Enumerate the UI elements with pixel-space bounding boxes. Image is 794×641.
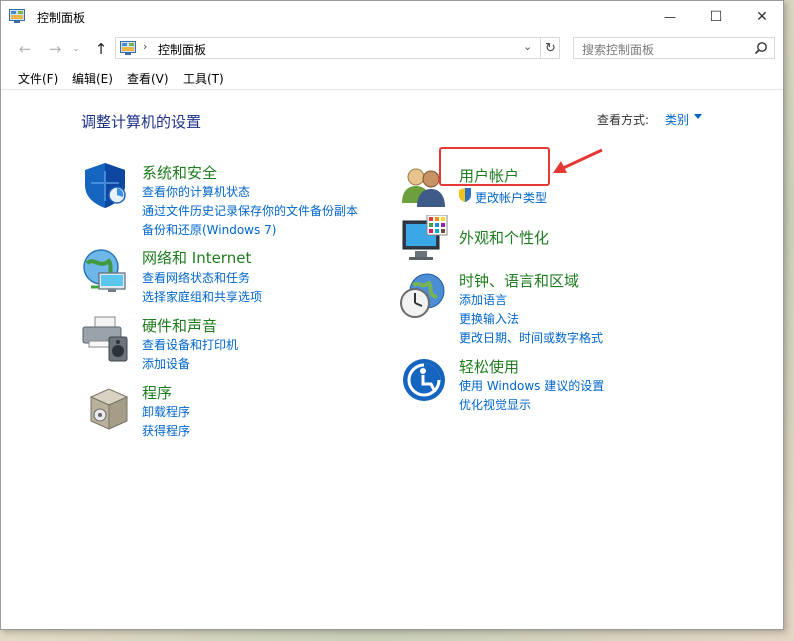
ease-of-access-icon[interactable] [401, 356, 449, 404]
link-uninstall-program[interactable]: 卸载程序 [142, 403, 190, 420]
page-title: 调整计算机的设置 [81, 113, 202, 131]
search-placeholder: 搜索控制面板 [582, 43, 655, 57]
link-check-computer-status[interactable]: 查看你的计算机状态 [142, 183, 250, 200]
window-title: 控制面板 [37, 11, 86, 25]
close-button[interactable]: ✕ [739, 1, 785, 33]
shield-icon[interactable] [81, 161, 129, 209]
chevron-down-icon: ⌄ [72, 44, 80, 54]
link-add-language[interactable]: 添加语言 [459, 291, 507, 308]
desktop-edge-glyph [786, 58, 794, 72]
refresh-icon: ↻ [545, 40, 556, 56]
link-get-programs[interactable]: 获得程序 [142, 422, 190, 439]
menu-view[interactable]: 查看(V) [127, 70, 169, 87]
printer-speaker-icon[interactable] [81, 315, 129, 363]
back-button[interactable]: ← [15, 39, 35, 59]
link-optimize-visual-display[interactable]: 优化视觉显示 [459, 396, 531, 413]
link-windows-recommended-settings[interactable]: 使用 Windows 建议的设置 [459, 377, 604, 394]
programs-box-icon[interactable] [85, 383, 133, 431]
annotation-arrow-icon [553, 148, 603, 173]
view-by-label: 查看方式: [597, 113, 650, 127]
link-file-history-backup[interactable]: 通过文件历史记录保存你的文件备份副本 [142, 202, 358, 219]
link-add-device[interactable]: 添加设备 [142, 355, 190, 372]
category-title-ease-of-access[interactable]: 轻松使用 [459, 356, 519, 377]
menu-bar: 文件(F) 编辑(E) 查看(V) 工具(T) [1, 67, 783, 90]
category-title-programs[interactable]: 程序 [142, 382, 172, 403]
breadcrumb-control-panel[interactable]: 控制面板 [158, 41, 206, 58]
uac-shield-icon [459, 188, 471, 202]
navigation-bar: ← → ⌄ ↑ › 控制面板 ⌄ ↻ 搜索控制面板 [1, 35, 783, 63]
link-change-account-type[interactable]: 更改帐户类型 [475, 189, 547, 206]
up-button[interactable]: ↑ [91, 39, 111, 59]
minimize-button[interactable]: — [647, 1, 693, 33]
category-title-appearance-personalization[interactable]: 外观和个性化 [459, 227, 549, 248]
forward-button[interactable]: → [45, 39, 65, 59]
search-input[interactable]: 搜索控制面板 [573, 37, 775, 59]
search-icon[interactable] [754, 41, 768, 55]
link-change-input-method[interactable]: 更换输入法 [459, 310, 519, 327]
control-panel-icon [120, 41, 136, 55]
forward-arrow-icon: → [48, 40, 62, 58]
view-by-dropdown[interactable]: 类别 [665, 111, 689, 128]
link-devices-printers[interactable]: 查看设备和打印机 [142, 336, 238, 353]
link-homegroup-sharing[interactable]: 选择家庭组和共享选项 [142, 288, 262, 305]
back-arrow-icon: ← [18, 40, 32, 58]
link-network-status[interactable]: 查看网络状态和任务 [142, 269, 250, 286]
maximize-button[interactable]: ☐ [693, 1, 739, 33]
category-title-network-internet[interactable]: 网络和 Internet [142, 247, 251, 268]
menu-tools[interactable]: 工具(T) [183, 70, 224, 87]
link-change-date-time-format[interactable]: 更改日期、时间或数字格式 [459, 329, 603, 346]
address-dropdown-icon[interactable]: ⌄ [523, 40, 532, 53]
menu-file[interactable]: 文件(F) [18, 70, 58, 87]
title-bar: 控制面板 — ☐ ✕ [1, 1, 783, 33]
address-bar[interactable]: › 控制面板 ⌄ ↻ [115, 37, 560, 59]
up-arrow-icon: ↑ [94, 40, 108, 58]
category-title-user-accounts[interactable]: 用户帐户 [459, 165, 519, 186]
maximize-icon: ☐ [709, 9, 723, 25]
caret-down-icon[interactable] [694, 114, 702, 119]
minimize-icon: — [664, 10, 676, 24]
breadcrumb-separator-icon[interactable]: › [143, 40, 147, 53]
clock-globe-icon[interactable] [399, 271, 447, 319]
monitor-palette-icon[interactable] [401, 215, 449, 263]
control-panel-icon [9, 9, 25, 23]
network-globe-icon[interactable] [81, 247, 129, 295]
refresh-button[interactable]: ↻ [540, 38, 560, 58]
category-title-system-security[interactable]: 系统和安全 [142, 162, 217, 183]
link-backup-restore[interactable]: 备份和还原(Windows 7) [142, 221, 276, 238]
recent-locations-button[interactable]: ⌄ [70, 39, 82, 59]
menu-edit[interactable]: 编辑(E) [72, 70, 113, 87]
category-title-clock-language-region[interactable]: 时钟、语言和区域 [459, 270, 579, 291]
control-panel-window: 控制面板 — ☐ ✕ ← → ⌄ ↑ › 控制面板 ⌄ ↻ 搜索控制面板 文件(… [0, 0, 784, 630]
category-title-hardware-sound[interactable]: 硬件和声音 [142, 315, 217, 336]
close-icon: ✕ [756, 9, 768, 25]
